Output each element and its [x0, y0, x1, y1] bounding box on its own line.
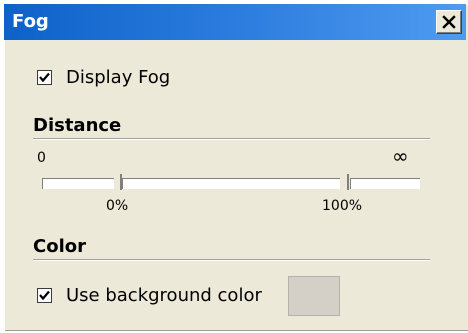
display-fog-label: Display Fog [66, 67, 171, 88]
distance-far-handle[interactable] [347, 174, 349, 190]
checkmark-icon [39, 72, 50, 83]
title-bar[interactable]: Fog [4, 4, 466, 40]
distance-near-handle[interactable] [120, 174, 122, 190]
color-divider [33, 259, 430, 261]
distance-max-label: ∞ [392, 144, 409, 168]
distance-track-right[interactable] [350, 178, 420, 189]
distance-min-label: 0 [37, 150, 46, 166]
use-background-color-label: Use background color [66, 285, 262, 306]
distance-track-middle[interactable] [122, 178, 340, 189]
window-title: Fog [12, 11, 49, 32]
color-swatch[interactable] [288, 276, 340, 316]
display-fog-checkbox[interactable] [37, 70, 52, 85]
color-heading: Color [33, 236, 86, 257]
distance-divider [33, 138, 430, 140]
close-button[interactable] [436, 10, 462, 34]
distance-near-percent-label: 0% [106, 198, 129, 214]
close-icon [442, 15, 456, 29]
checkmark-icon [39, 290, 50, 301]
distance-far-percent-label: 100% [322, 198, 363, 214]
use-background-color-checkbox[interactable] [37, 288, 52, 303]
distance-track-left[interactable] [42, 178, 114, 189]
distance-heading: Distance [33, 115, 122, 136]
